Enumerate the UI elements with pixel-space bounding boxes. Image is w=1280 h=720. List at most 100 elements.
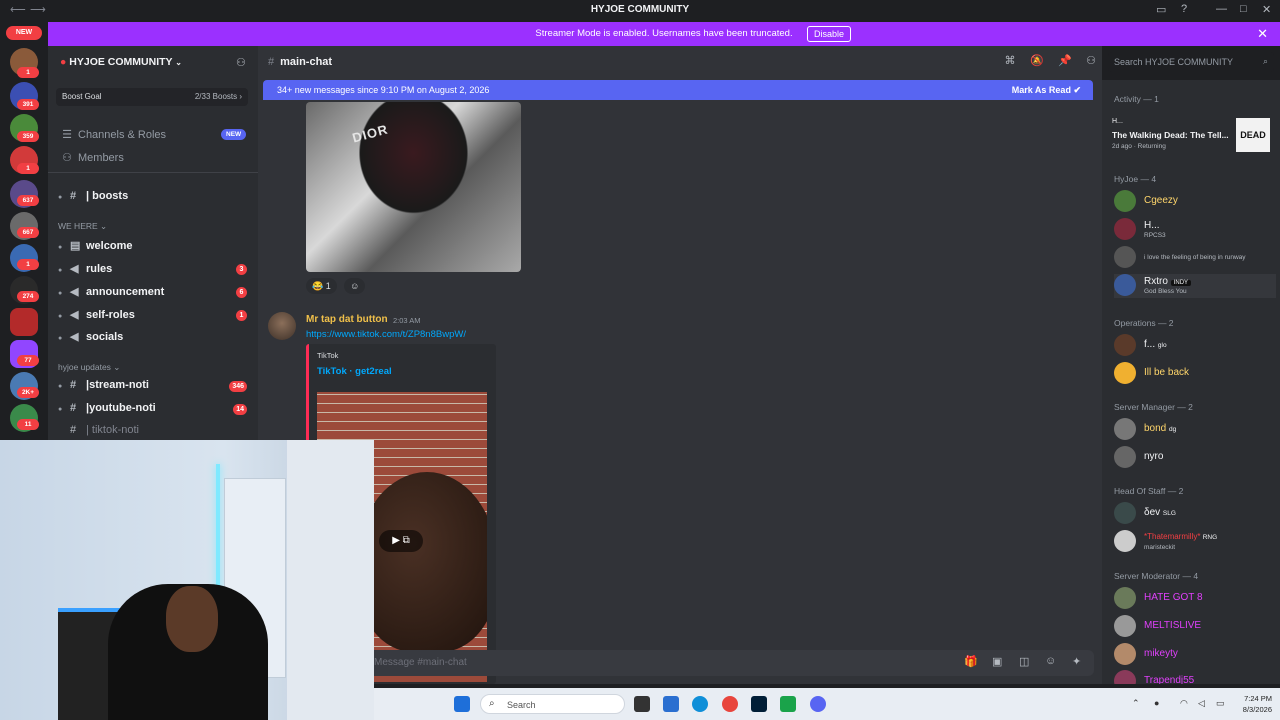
inbox-icon[interactable]: ▭ [1156, 3, 1166, 16]
search-input[interactable]: Search HYJOE COMMUNITY ⌕ [1108, 52, 1274, 72]
member-item[interactable]: Trapendj55 [1114, 670, 1276, 684]
file-explorer-icon[interactable] [663, 696, 679, 712]
member-item[interactable]: Ill be back [1114, 362, 1276, 386]
embed-title[interactable]: TikTok · get2real [317, 366, 392, 377]
server-icon[interactable] [10, 308, 38, 336]
member-name: mikeyty [1144, 648, 1178, 659]
member-name: bond dg [1144, 423, 1177, 434]
unread-dot-icon: ● [58, 244, 63, 251]
threads-icon[interactable]: ⌘ [1003, 54, 1017, 68]
boost-goal-bar[interactable]: Boost Goal 2/33 Boosts › [56, 88, 248, 106]
member-item[interactable]: *Thatemarmilly* RNG maristeckit [1114, 530, 1276, 554]
member-item[interactable]: i love the feeling of being in runway [1114, 246, 1276, 270]
activity-card[interactable]: H... The Walking Dead: The Tell... 2d ag… [1112, 118, 1272, 154]
server-name-header[interactable]: ● HYJOE COMMUNITY ⌄ [60, 56, 182, 68]
task-view-icon[interactable] [634, 696, 650, 712]
pin-icon[interactable]: 📌 [1058, 54, 1072, 68]
close-window-icon[interactable]: ✕ [1262, 3, 1271, 16]
channel-youtube-noti[interactable]: ● # |youtube-noti [58, 402, 156, 414]
channel-rules[interactable]: ● ◀ rules [58, 262, 112, 275]
server-badge: 1 [17, 259, 39, 270]
server-badge: 1 [17, 67, 39, 78]
activity-meta: 2d ago · Returning [1112, 143, 1166, 150]
discord-icon[interactable] [810, 696, 826, 712]
photoshop-icon[interactable] [751, 696, 767, 712]
message-link[interactable]: https://www.tiktok.com/t/ZP8n8BwpW/ [306, 329, 466, 340]
boost-progress: 2/33 Boosts › [194, 92, 242, 101]
gift-icon[interactable]: 🎁 [964, 655, 978, 668]
avatar [1114, 190, 1136, 212]
member-item[interactable]: H... RPCS3 [1114, 218, 1276, 242]
message-author[interactable]: Mr tap dat button [306, 314, 388, 325]
member-name: Cgeezy [1144, 195, 1178, 206]
member-name: f... glo [1144, 339, 1167, 350]
member-list: Activity — 1 H... The Walking Dead: The … [1102, 80, 1280, 684]
tray-app-icon[interactable]: ● [1154, 698, 1159, 708]
message-composer[interactable]: Message #main-chat 🎁 ▣ ◫ ☺ ✦ [268, 650, 1094, 676]
chrome-icon[interactable] [722, 696, 738, 712]
add-member-icon[interactable]: ⚇ [236, 56, 246, 69]
channel-self-roles[interactable]: ● ◀ self-roles [58, 308, 135, 321]
banner-message: Streamer Mode is enabled. Usernames have… [535, 28, 793, 39]
reaction-laugh[interactable]: 😂 1 [306, 278, 337, 294]
member-item[interactable]: f... glo [1114, 334, 1276, 358]
volume-icon[interactable]: ◁ [1198, 698, 1205, 709]
channel-stream-noti[interactable]: ● # |stream-noti [58, 379, 149, 391]
new-messages-text: 34+ new messages since 9:10 PM on August… [277, 85, 490, 95]
battery-icon[interactable]: ▭ [1216, 698, 1225, 709]
channel-announcement[interactable]: ● ◀ announcement [58, 285, 164, 298]
taskbar-clock[interactable]: 7:24 PM 8/3/2026 [1243, 693, 1272, 715]
edge-icon[interactable] [692, 696, 708, 712]
mark-as-read-button[interactable]: Mark As Read ✔ [1012, 85, 1081, 96]
member-tag: dg [1169, 426, 1177, 433]
avatar[interactable] [268, 312, 296, 340]
member-item[interactable]: mikeyty [1114, 643, 1276, 667]
tray-chevron-icon[interactable]: ⌃ [1132, 698, 1140, 709]
gif-icon[interactable]: ▣ [992, 655, 1002, 668]
mute-bell-icon[interactable]: 🔕 [1030, 54, 1044, 68]
channel-socials[interactable]: ● ◀ socials [58, 330, 123, 343]
taskbar-search[interactable]: ⌕ Search [480, 694, 625, 714]
app-icon[interactable] [780, 696, 796, 712]
member-item[interactable]: MELTISLIVE [1114, 615, 1276, 639]
nav-channels-roles[interactable]: ☰ Channels & Roles [60, 128, 166, 141]
role-header: Operations — 2 [1114, 318, 1174, 328]
sticker-icon[interactable]: ◫ [1019, 655, 1029, 668]
play-icon[interactable]: ▶ ⧉ [379, 530, 423, 552]
channel-tiktok-noti[interactable]: # | tiktok-noti [58, 424, 139, 436]
category-we-here[interactable]: WE HERE ⌄ [58, 221, 107, 232]
member-status: maristeckit [1144, 544, 1176, 551]
close-banner-icon[interactable]: ✕ [1257, 26, 1268, 42]
apps-icon[interactable]: ✦ [1072, 655, 1081, 668]
add-reaction-icon[interactable]: ☺ [344, 278, 366, 294]
server-badge: 2K+ [17, 387, 39, 398]
emoji-icon[interactable]: ☺ [1045, 655, 1056, 667]
member-item[interactable]: nyro [1114, 446, 1276, 470]
member-item[interactable]: Cgeezy [1114, 190, 1276, 214]
member-tag: INDY [1170, 280, 1192, 286]
member-item[interactable]: δev SLG [1114, 502, 1276, 526]
member-item[interactable]: Rxtro INDY God Bless You [1114, 274, 1276, 298]
message-image[interactable]: DIOR [306, 102, 521, 272]
role-header: Head Of Staff — 2 [1114, 486, 1184, 496]
channel-boosts[interactable]: ● # | boosts [58, 190, 128, 202]
disable-streamer-mode-button[interactable]: Disable [807, 26, 852, 42]
member-item[interactable]: bond dg [1114, 418, 1276, 442]
nav-members[interactable]: ⚇ Members [60, 151, 124, 164]
minimize-icon[interactable]: — [1216, 3, 1227, 15]
maximize-icon[interactable]: □ [1240, 3, 1247, 15]
wifi-icon[interactable]: ◠ [1180, 698, 1188, 709]
member-name: Trapendj55 [1144, 675, 1195, 684]
server-badge: 77 [17, 355, 39, 366]
new-badge[interactable]: NEW [6, 26, 42, 40]
hash-icon: # [70, 424, 77, 436]
server-badge: 667 [17, 227, 39, 238]
start-menu-icon[interactable] [454, 696, 470, 712]
member-item[interactable]: HATE GOT 8 [1114, 587, 1276, 611]
streamer-head [166, 586, 218, 652]
category-hyjoe-updates[interactable]: hyjoe updates ⌄ [58, 362, 120, 373]
channel-welcome[interactable]: ● ▤ welcome [58, 239, 132, 252]
new-messages-bar[interactable]: 34+ new messages since 9:10 PM on August… [263, 80, 1093, 100]
member-list-icon[interactable]: ⚇ [1084, 54, 1098, 68]
help-icon[interactable]: ? [1181, 3, 1187, 15]
